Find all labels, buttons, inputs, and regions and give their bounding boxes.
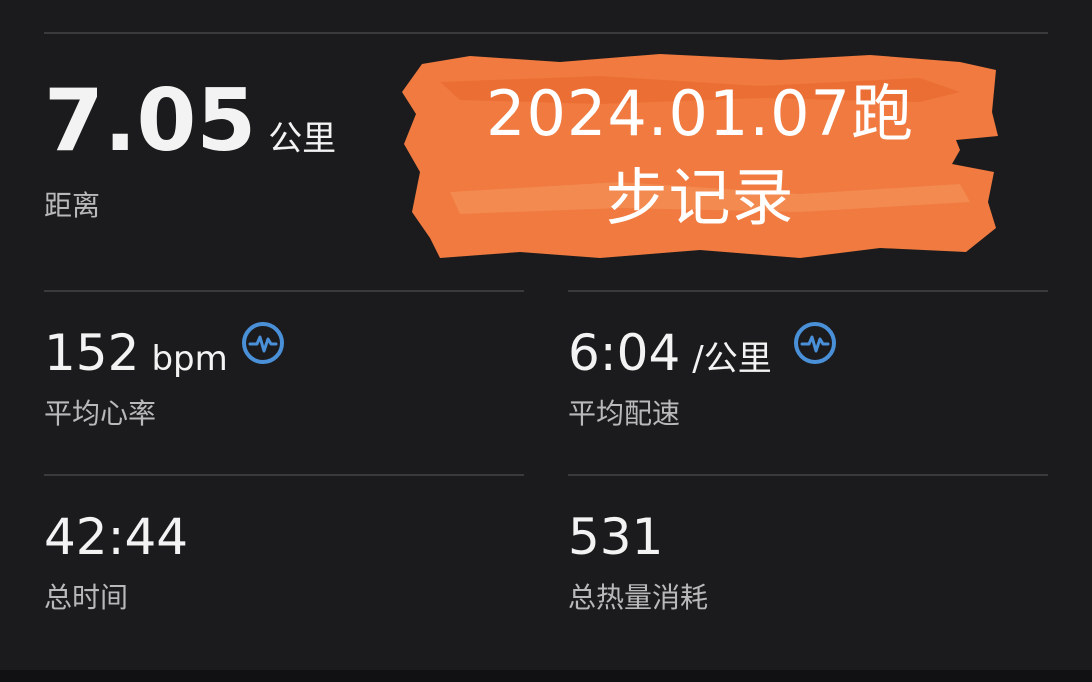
top-divider <box>44 32 1048 34</box>
bottom-strip <box>0 670 1092 682</box>
distance-value: 7.05 公里 <box>44 76 336 166</box>
heart-rate-label: 平均心率 <box>44 397 157 430</box>
distance-label: 距离 <box>44 189 101 222</box>
row1-divider-left <box>44 290 524 292</box>
pace-unit: /公里 <box>692 339 772 379</box>
banner-line-1: 2024.01.07跑 <box>486 77 914 150</box>
calories-number: 531 <box>568 508 664 566</box>
calories-label: 总热量消耗 <box>568 581 709 614</box>
total-time-label: 总时间 <box>44 581 129 614</box>
pace-heart-rate-icon[interactable] <box>792 320 838 366</box>
total-time-number: 42:44 <box>44 508 189 566</box>
banner-title: 2024.01.07跑 步记录 <box>430 72 970 240</box>
row2-divider-left <box>44 474 524 476</box>
distance-number: 7.05 <box>44 71 257 171</box>
total-time-value: 42:44 <box>44 510 188 564</box>
heart-rate-unit: bpm <box>151 339 228 379</box>
row2-divider-right <box>568 474 1048 476</box>
heart-rate-icon[interactable] <box>240 320 286 366</box>
row1-divider-right <box>568 290 1048 292</box>
pace-label: 平均配速 <box>568 397 681 430</box>
pace-number: 6:04 <box>568 324 681 382</box>
heart-rate-value: 152 bpm <box>44 326 228 380</box>
pace-value: 6:04 /公里 <box>568 326 772 380</box>
heart-rate-number: 152 <box>44 324 140 382</box>
calories-value: 531 <box>568 510 663 564</box>
banner-line-2: 步记录 <box>605 161 795 234</box>
distance-unit: 公里 <box>268 119 337 159</box>
